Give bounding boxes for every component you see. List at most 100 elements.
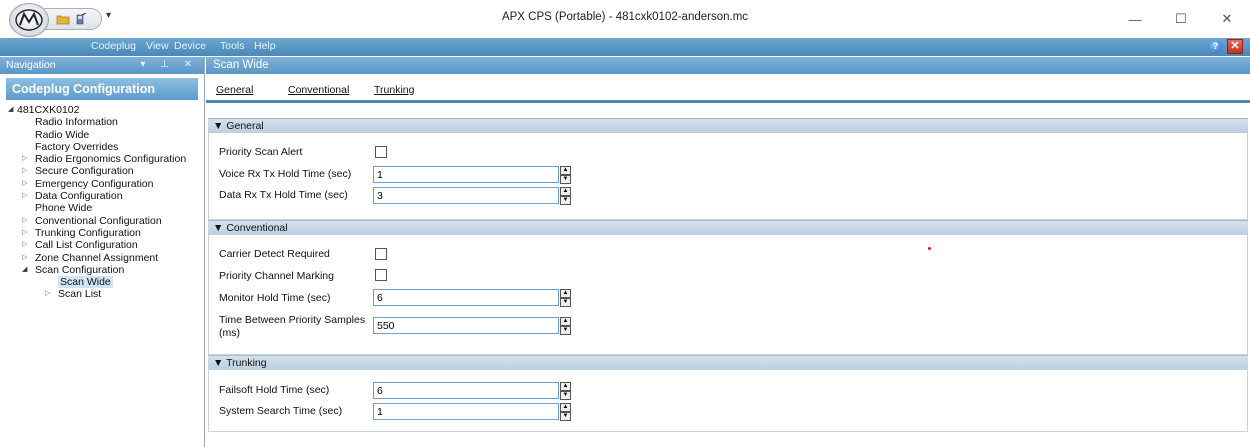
cursor-marker <box>928 247 931 250</box>
priority-channel-marking-checkbox[interactable] <box>375 269 387 281</box>
page-title: Scan Wide <box>206 57 1250 74</box>
menu-help[interactable]: Help <box>254 40 276 52</box>
spin-down-icon[interactable]: ▼ <box>560 196 571 205</box>
tree-item[interactable]: ▷ Emergency Configuration <box>0 178 204 190</box>
time-between-priority-label: Time Between Priority Samples (ms) <box>219 314 365 340</box>
tree-item-label: Factory Overrides <box>35 140 119 153</box>
section-header-trunking[interactable]: ▼ Trunking <box>208 355 1248 370</box>
failsoft-hold-spinner[interactable]: ▲ ▼ <box>560 382 571 400</box>
navigation-title: Codeplug Configuration <box>6 78 198 100</box>
collapsed-arrow-icon[interactable]: ▷ <box>22 252 27 264</box>
tree-item-label: Radio Wide <box>35 128 90 141</box>
section-header-general[interactable]: ▼ General <box>208 118 1248 133</box>
section-trunking: ▼ Trunking Failsoft Hold Time (sec) ▲▼ S… <box>208 355 1248 432</box>
collapsed-arrow-icon[interactable]: ▷ <box>22 239 27 251</box>
spin-up-icon[interactable]: ▲ <box>560 289 571 298</box>
close-icon[interactable]: ✕ <box>1227 39 1243 54</box>
spin-up-icon[interactable]: ▲ <box>560 187 571 196</box>
tab-general[interactable]: General <box>216 84 253 96</box>
help-icon[interactable]: ? <box>1209 40 1222 53</box>
monitor-hold-spinner[interactable]: ▲ ▼ <box>560 289 571 307</box>
collapsed-arrow-icon[interactable]: ▷ <box>22 190 27 202</box>
section-body-general: Priority Scan Alert Voice Rx Tx Hold Tim… <box>208 133 1248 220</box>
tree-item[interactable]: Scan Wide <box>0 276 204 289</box>
collapsed-arrow-icon[interactable]: ▷ <box>22 227 27 239</box>
tree-item[interactable]: Factory Overrides <box>0 141 204 153</box>
menu-tools[interactable]: Tools <box>220 40 245 52</box>
section-title: Trunking <box>226 357 267 369</box>
tree-item-label: Conventional Configuration <box>35 214 162 227</box>
tree-item[interactable]: ▷ Radio Ergonomics Configuration <box>0 153 204 165</box>
voice-rx-tx-input[interactable] <box>373 166 559 183</box>
spin-down-icon[interactable]: ▼ <box>560 326 571 335</box>
tree-item-label: Scan Wide <box>58 276 113 289</box>
collapsed-arrow-icon[interactable]: ▷ <box>22 215 27 227</box>
menu-device[interactable]: Device <box>174 40 206 52</box>
collapsed-arrow-icon[interactable]: ▷ <box>22 165 27 177</box>
tree-item[interactable]: ▷ Zone Channel Assignment <box>0 252 204 264</box>
spin-up-icon[interactable]: ▲ <box>560 166 571 175</box>
spin-down-icon[interactable]: ▼ <box>560 175 571 184</box>
data-rx-tx-input[interactable] <box>373 187 559 204</box>
spin-down-icon[interactable]: ▼ <box>560 298 571 307</box>
collapsed-arrow-icon[interactable]: ▷ <box>45 288 50 300</box>
tree-item[interactable]: ▷ Trunking Configuration <box>0 227 204 239</box>
tree-item[interactable]: Radio Wide <box>0 129 204 141</box>
tree-item[interactable]: Radio Information <box>0 116 204 128</box>
time-between-priority-input[interactable] <box>373 317 559 334</box>
minimize-button[interactable]: — <box>1112 0 1158 38</box>
monitor-hold-input[interactable] <box>373 289 559 306</box>
tree-item-label: Call List Configuration <box>35 239 138 252</box>
close-window-button[interactable]: ✕ <box>1204 0 1250 38</box>
section-header-conventional[interactable]: ▼ Conventional <box>208 220 1248 235</box>
system-search-label: System Search Time (sec) <box>219 405 343 417</box>
system-search-input[interactable] <box>373 403 559 420</box>
collapsed-arrow-icon[interactable]: ▷ <box>22 178 27 190</box>
spin-down-icon[interactable]: ▼ <box>560 391 571 400</box>
carrier-detect-checkbox[interactable] <box>375 248 387 260</box>
section-title: General <box>226 120 264 132</box>
collapsed-arrow-icon[interactable]: ▷ <box>22 153 27 165</box>
time-between-priority-label-line2: (ms) <box>219 327 240 339</box>
tree-item[interactable]: ▷ Conventional Configuration <box>0 215 204 227</box>
tree-item[interactable]: ▷ Call List Configuration <box>0 239 204 251</box>
failsoft-hold-input[interactable] <box>373 382 559 399</box>
tree-item-label: Radio Ergonomics Configuration <box>35 153 187 166</box>
spin-down-icon[interactable]: ▼ <box>560 412 571 421</box>
maximize-button[interactable]: ☐ <box>1158 0 1204 38</box>
navigation-header: Navigation ▾ ⊥ ✕ <box>0 57 204 74</box>
navigation-pane: Navigation ▾ ⊥ ✕ Codeplug Configuration … <box>0 57 205 447</box>
tree-item-label: Phone Wide <box>35 202 93 215</box>
expanded-arrow-icon[interactable]: ◢ <box>8 104 13 116</box>
spin-up-icon[interactable]: ▲ <box>560 403 571 412</box>
section-title: Conventional <box>226 222 288 234</box>
window-controls: — ☐ ✕ <box>1112 0 1250 38</box>
section-general: ▼ General Priority Scan Alert Voice Rx T… <box>208 118 1248 220</box>
expanded-arrow-icon[interactable]: ◢ <box>22 264 27 276</box>
menu-bar: Codeplug View Device Tools Help ? ✕ <box>0 38 1250 56</box>
navigation-tree: ◢ 481CXK0102 Radio Information Radio Wide Fa… <box>0 104 205 301</box>
system-search-spinner[interactable]: ▲ ▼ <box>560 403 571 421</box>
tree-item[interactable]: ▷ Secure Configuration <box>0 165 204 177</box>
time-between-priority-spinner[interactable]: ▲ ▼ <box>560 317 571 335</box>
tab-conventional[interactable]: Conventional <box>288 84 349 96</box>
tree-item-label: Emergency Configuration <box>35 177 154 190</box>
priority-channel-marking-label: Priority Channel Marking <box>219 270 334 282</box>
menu-codeplug[interactable]: Codeplug <box>91 40 136 52</box>
tree-item[interactable]: Phone Wide <box>0 202 204 214</box>
tree-item[interactable]: ▷ Data Configuration <box>0 190 204 202</box>
tab-bar: General Conventional Trunking <box>206 74 1250 103</box>
priority-scan-alert-checkbox[interactable] <box>375 146 387 158</box>
voice-rx-tx-label: Voice Rx Tx Hold Time (sec) <box>219 168 352 180</box>
data-rx-tx-spinner[interactable]: ▲ ▼ <box>560 187 571 205</box>
spin-up-icon[interactable]: ▲ <box>560 317 571 326</box>
tab-trunking[interactable]: Trunking <box>374 84 414 96</box>
tree-item[interactable]: ◢ Scan Configuration <box>0 264 204 276</box>
failsoft-hold-label: Failsoft Hold Time (sec) <box>219 384 330 396</box>
tree-item[interactable]: ▷ Scan List <box>0 288 204 300</box>
pane-controls[interactable]: ▾ ⊥ ✕ <box>140 59 198 70</box>
spin-up-icon[interactable]: ▲ <box>560 382 571 391</box>
menu-view[interactable]: View <box>146 40 169 52</box>
voice-rx-tx-spinner[interactable]: ▲ ▼ <box>560 166 571 184</box>
tree-item[interactable]: ◢ 481CXK0102 <box>0 104 204 116</box>
